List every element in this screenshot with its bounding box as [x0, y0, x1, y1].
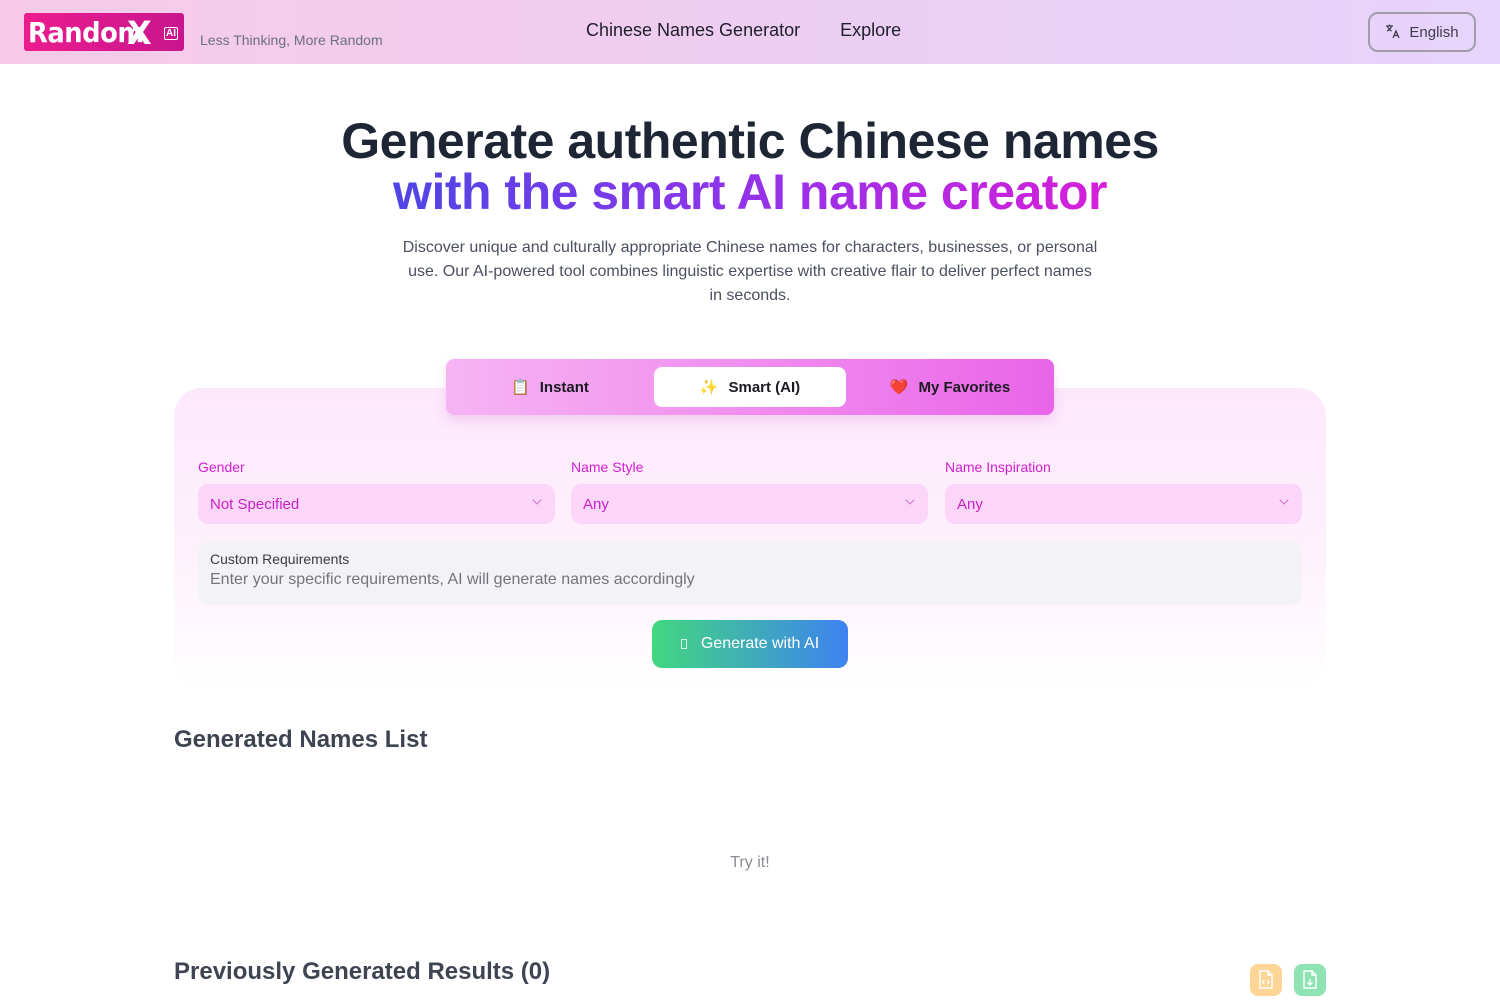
clipboard-icon: 📋	[511, 379, 530, 396]
gender-value: Not Specified	[210, 495, 300, 513]
nav-chinese-names-generator[interactable]: Chinese Names Generator	[586, 20, 800, 41]
file-download-icon	[1303, 970, 1317, 989]
name-style-label: Name Style	[571, 459, 644, 475]
chevron-down-icon	[1279, 495, 1289, 505]
file-code-icon	[1259, 970, 1273, 989]
custom-requirements-field[interactable]: Custom Requirements	[198, 541, 1302, 605]
language-button[interactable]: English	[1368, 12, 1476, 52]
gender-label: Gender	[198, 459, 245, 475]
name-style-value: Any	[583, 495, 609, 513]
tagline: Less Thinking, More Random	[200, 32, 383, 48]
name-inspiration-label: Name Inspiration	[945, 459, 1051, 475]
custom-requirements-label: Custom Requirements	[210, 551, 350, 567]
previous-results-title: Previously Generated Results (0)	[174, 958, 551, 985]
magic-icon	[680, 639, 687, 649]
language-label: English	[1409, 23, 1459, 41]
hero-title-line1: Generate authentic Chinese names	[341, 113, 1159, 169]
mode-tabs: 📋 Instant ✨ Smart (AI) ❤️ My Favorites	[446, 359, 1054, 415]
tab-smart-ai[interactable]: ✨ Smart (AI)	[654, 367, 846, 407]
logo-ai-badge: AI	[164, 27, 178, 40]
tab-label: Smart (AI)	[728, 378, 801, 396]
top-header: Random X AI Less Thinking, More Random C…	[0, 0, 1500, 64]
generated-names-title: Generated Names List	[174, 726, 428, 753]
tab-instant[interactable]: 📋 Instant	[454, 367, 646, 407]
name-inspiration-select[interactable]: Any	[945, 484, 1302, 524]
tab-label: My Favorites	[918, 378, 1011, 396]
logo[interactable]: Random X AI	[24, 13, 184, 52]
nav-explore[interactable]: Explore	[840, 20, 901, 41]
generate-label: Generate with AI	[700, 635, 820, 652]
translate-icon	[1385, 23, 1401, 42]
sparkles-icon: ✨	[699, 379, 719, 396]
export-json-button[interactable]	[1250, 964, 1282, 996]
chevron-down-icon	[532, 495, 542, 505]
chevron-down-icon	[905, 495, 915, 505]
logo-x: X	[127, 14, 152, 52]
gender-select[interactable]: Not Specified	[198, 484, 555, 524]
hero-gradient-text: with the smart AI name creator	[393, 164, 1107, 220]
download-button[interactable]	[1294, 964, 1326, 996]
tab-label: Instant	[539, 378, 589, 396]
name-style-select[interactable]: Any	[571, 484, 928, 524]
hero-title-line2: with the smart AI name creator	[0, 166, 1500, 218]
heart-icon: ❤️	[889, 379, 909, 396]
empty-state-text: Try it!	[730, 854, 770, 871]
name-inspiration-value: Any	[957, 495, 983, 513]
tab-my-favorites[interactable]: ❤️ My Favorites	[854, 367, 1046, 407]
custom-requirements-input[interactable]	[210, 571, 1290, 589]
hero-description: Discover unique and culturally appropria…	[402, 239, 1098, 304]
generate-with-ai-button[interactable]: Generate with AI	[652, 620, 848, 668]
main-nav: Chinese Names Generator Explore	[586, 20, 901, 41]
